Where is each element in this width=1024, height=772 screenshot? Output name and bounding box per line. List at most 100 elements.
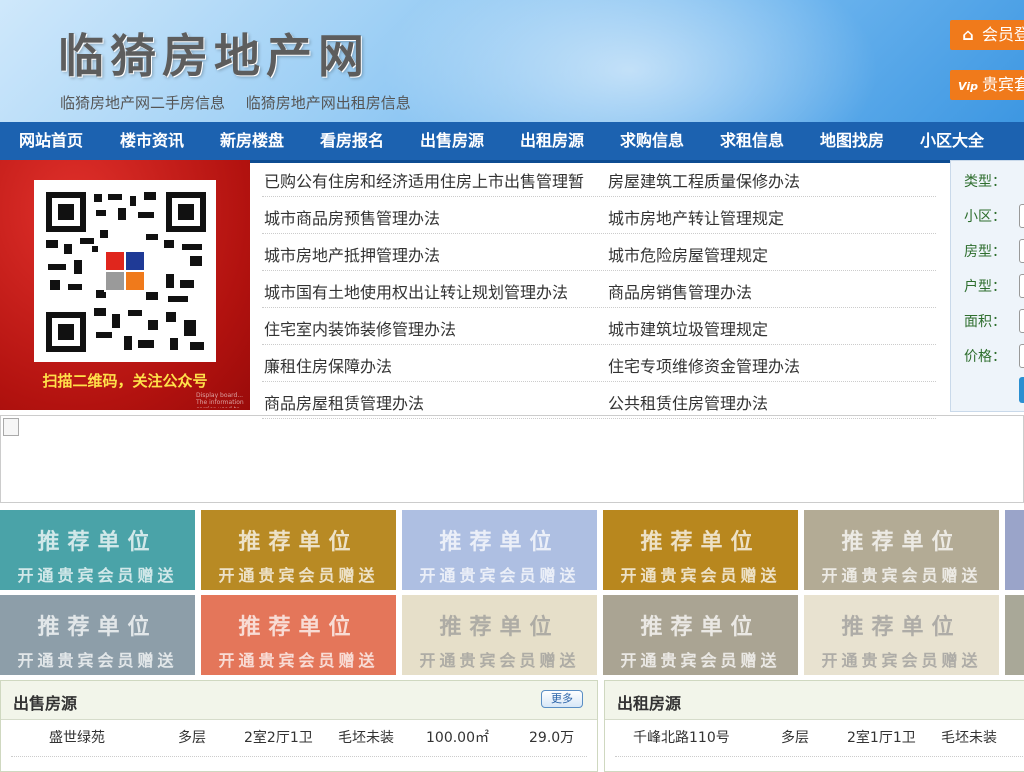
nav-communities[interactable]: 小区大全 xyxy=(902,122,1002,160)
ad-tile[interactable]: 推荐单位开通贵宾会员赠送 xyxy=(804,510,999,590)
property-type-select[interactable] xyxy=(1019,239,1024,263)
nav-agency[interactable]: 中介 xyxy=(1002,122,1024,160)
rental-link[interactable]: 临猗房地产网出租房信息 xyxy=(246,94,411,112)
ad-tile-subtitle: 开通贵宾会员赠送 xyxy=(17,566,178,585)
ad-tile[interactable]: 推荐单位开通贵宾会员赠送 xyxy=(0,510,195,590)
vip-package-button[interactable]: Vip 贵宾套餐 xyxy=(950,70,1024,100)
news-row: 住宅室内装饰装修管理办法 城市建筑垃圾管理规定 xyxy=(262,308,936,345)
news-row: 已购公有住房和经济适用住房上市出售管理暂 房屋建筑工程质量保修办法 xyxy=(262,160,936,197)
ad-tile[interactable]: 推荐单位开通贵宾会员赠送 xyxy=(201,595,396,675)
community-input[interactable] xyxy=(1019,204,1024,228)
nav-viewing-signup[interactable]: 看房报名 xyxy=(302,122,402,160)
ad-tile[interactable] xyxy=(1005,595,1024,675)
qr-caption: 扫描二维码，关注公众号 xyxy=(42,372,208,390)
sale-row-layout: 2室2厅1卫 xyxy=(244,730,313,746)
ad-tile-subtitle: 开通贵宾会员赠送 xyxy=(620,651,781,670)
sale-panel-title: 出售房源 xyxy=(13,694,78,713)
news-link[interactable]: 住宅专项维修资金管理办法 xyxy=(608,353,800,377)
ad-tile-title: 推荐单位 xyxy=(841,615,962,640)
header-glow xyxy=(380,0,880,122)
nav-for-rent[interactable]: 出租房源 xyxy=(502,122,602,160)
sale-row-decoration: 毛坯未装 xyxy=(338,730,394,746)
nav-for-sale[interactable]: 出售房源 xyxy=(402,122,502,160)
area-label: 面积： xyxy=(964,314,1006,330)
ad-tile-title: 推荐单位 xyxy=(37,530,158,555)
news-link[interactable]: 已购公有住房和经济适用住房上市出售管理暂 xyxy=(264,168,584,192)
rent-panel: 出租房源 千峰北路110号 多层 2室1厅1卫 毛坯未装 xyxy=(604,680,1024,772)
nav-new-properties[interactable]: 新房楼盘 xyxy=(202,122,302,160)
ad-tile-subtitle: 开通贵宾会员赠送 xyxy=(821,566,982,585)
rent-row-layout: 2室1厅1卫 xyxy=(847,730,916,746)
nav-wanted-rent[interactable]: 求租信息 xyxy=(702,122,802,160)
rent-row-building-type: 多层 xyxy=(781,730,809,746)
layout-label: 户型： xyxy=(964,279,1006,295)
ad-tile-title: 推荐单位 xyxy=(238,615,359,640)
ad-tile[interactable]: 推荐单位 开通贵宾会员赠送 xyxy=(0,595,195,675)
rent-row-community[interactable]: 千峰北路110号 xyxy=(633,727,730,747)
ad-tile[interactable]: 推荐单位开通贵宾会员赠送 xyxy=(804,595,999,675)
ad-tile-title: 推荐单位 xyxy=(841,530,962,555)
member-login-button[interactable]: ⌂ 会员登录 xyxy=(950,20,1024,50)
ad-tile[interactable] xyxy=(1005,510,1024,590)
ad-tile-subtitle: 开通贵宾会员赠送 xyxy=(419,651,580,670)
news-row: 城市房地产抵押管理办法 城市危险房屋管理规定 xyxy=(262,234,936,271)
nav-wanted-buy[interactable]: 求购信息 xyxy=(602,122,702,160)
ad-tile[interactable]: 推荐单位开通贵宾会员赠送 xyxy=(402,595,597,675)
row-divider xyxy=(11,756,587,757)
qr-promo: 扫描二维码，关注公众号 Display board... The informa… xyxy=(0,160,250,410)
rent-panel-header: 出租房源 xyxy=(605,681,1024,720)
nav-market-news[interactable]: 楼市资讯 xyxy=(102,122,202,160)
broken-image-icon xyxy=(3,418,19,436)
sale-more-button[interactable]: 更多 xyxy=(541,690,583,708)
news-row: 城市国有土地使用权出让转让规划管理办法 商品房销售管理办法 xyxy=(262,271,936,308)
secondhand-link[interactable]: 临猗房地产网二手房信息 xyxy=(60,94,225,112)
vip-icon: Vip xyxy=(958,80,978,93)
ad-tile-subtitle: 开通贵宾会员赠送 xyxy=(620,566,781,585)
nav-map-search[interactable]: 地图找房 xyxy=(802,122,902,160)
vip-package-label: 贵宾套餐 xyxy=(982,75,1024,94)
ad-tile-title: 推荐单位 xyxy=(640,530,761,555)
ad-tile[interactable]: 推荐单位 开通贵宾会员赠送 xyxy=(603,595,798,675)
news-link[interactable]: 房屋建筑工程质量保修办法 xyxy=(608,168,800,192)
ad-tile-subtitle: 开通贵宾会员赠送 xyxy=(218,651,379,670)
nav-home[interactable]: 网站首页 xyxy=(0,122,102,160)
search-button[interactable] xyxy=(1019,377,1024,403)
price-select[interactable] xyxy=(1019,344,1024,368)
news-link[interactable]: 住宅室内装饰装修管理办法 xyxy=(264,316,456,340)
news-link[interactable]: 城市房地产转让管理规定 xyxy=(608,205,784,229)
ad-tile[interactable]: 推荐单位 开通贵宾会员赠送 xyxy=(402,510,597,590)
community-label: 小区： xyxy=(964,209,1006,225)
news-link[interactable]: 公共租赁住房管理办法 xyxy=(608,390,768,414)
news-link[interactable]: 城市国有土地使用权出让转让规划管理办法 xyxy=(264,279,568,303)
sale-panel-header: 出售房源 更多 xyxy=(1,681,597,720)
type-label: 类型： xyxy=(964,174,1006,190)
area-select[interactable] xyxy=(1019,309,1024,333)
news-link[interactable]: 廉租住房保障办法 xyxy=(264,353,392,377)
news-link[interactable]: 商品房销售管理办法 xyxy=(608,279,752,303)
sale-row[interactable]: 盛世绿苑 多层 2室2厅1卫 毛坯未装 100.00㎡ 29.0万 xyxy=(1,727,597,751)
news-list: 已购公有住房和经济适用住房上市出售管理暂 房屋建筑工程质量保修办法 城市商品房预售… xyxy=(262,160,936,419)
news-row: 商品房屋租赁管理办法 公共租赁住房管理办法 xyxy=(262,382,936,419)
qr-small-text: Display board... The information carrier… xyxy=(196,392,246,408)
layout-select[interactable] xyxy=(1019,274,1024,298)
sale-row-price: 29.0万 xyxy=(529,730,575,746)
home-icon: ⌂ xyxy=(962,25,974,44)
news-link[interactable]: 城市建筑垃圾管理规定 xyxy=(608,316,768,340)
sale-row-community[interactable]: 盛世绿苑 xyxy=(49,727,105,747)
sale-panel: 出售房源 更多 盛世绿苑 多层 2室2厅1卫 毛坯未装 100.00㎡ 29.0… xyxy=(0,680,598,772)
ad-tile-title: 推荐单位 xyxy=(439,615,560,640)
ad-tile-subtitle: 开通贵宾会员赠送 xyxy=(821,651,982,670)
news-link[interactable]: 商品房屋租赁管理办法 xyxy=(264,390,424,414)
row-divider xyxy=(615,756,1024,757)
sale-row-area: 100.00㎡ xyxy=(426,730,489,746)
news-link[interactable]: 城市商品房预售管理办法 xyxy=(264,205,440,229)
news-link[interactable]: 城市危险房屋管理规定 xyxy=(608,242,768,266)
news-link[interactable]: 城市房地产抵押管理办法 xyxy=(264,242,440,266)
ad-banner[interactable] xyxy=(0,415,1024,503)
ad-tile[interactable]: 推荐单位开通贵宾会员赠送 xyxy=(603,510,798,590)
member-login-label: 会员登录 xyxy=(982,25,1024,44)
ad-tile[interactable]: 推荐单位 开通贵宾会员赠送 xyxy=(201,510,396,590)
site-logo[interactable]: 临猗房地产网 xyxy=(58,20,370,86)
property-type-label: 房型： xyxy=(964,244,1006,260)
rent-row[interactable]: 千峰北路110号 多层 2室1厅1卫 毛坯未装 xyxy=(605,727,1024,751)
